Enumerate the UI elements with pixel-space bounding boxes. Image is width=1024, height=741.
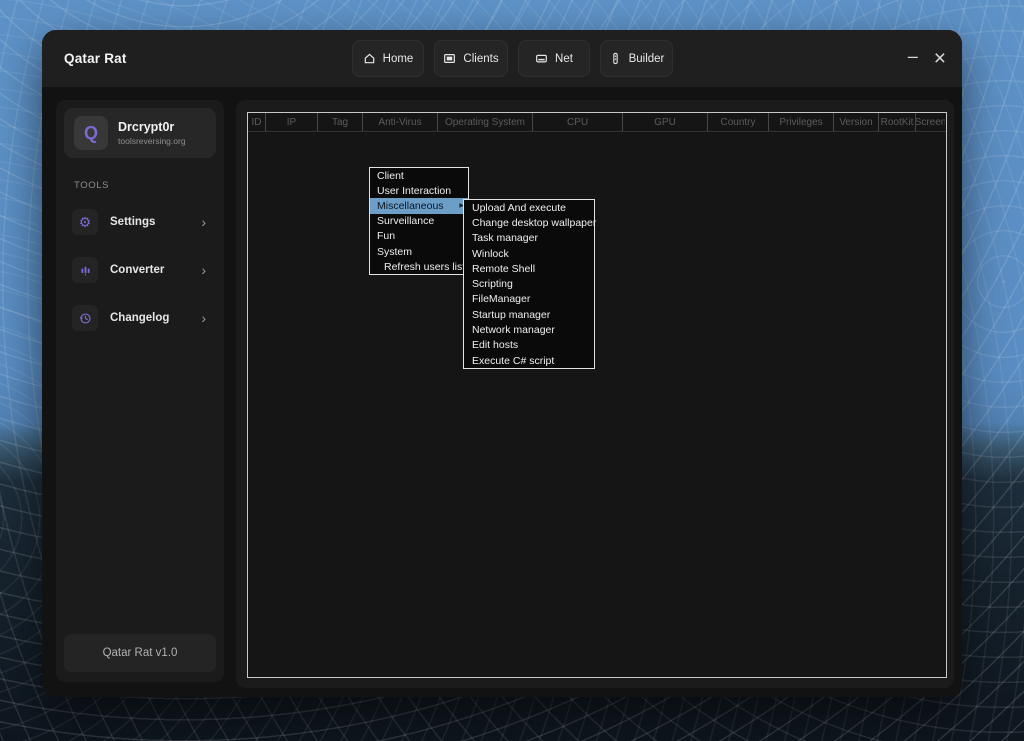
sidebar-item-changelog[interactable]: Changelog › (64, 301, 216, 335)
sidebar-item-converter[interactable]: Converter › (64, 253, 216, 287)
menu-item-user-interaction[interactable]: User Interaction (370, 183, 468, 198)
minimize-button[interactable]: – (908, 47, 918, 71)
nav-builder-button[interactable]: Builder (600, 40, 673, 77)
desktop-wallpaper: Qatar Rat Home Clients (0, 0, 1024, 741)
version-badge: Qatar Rat v1.0 (64, 634, 216, 672)
profile-name: Drcrypt0r (118, 120, 186, 134)
clients-table-header: ID IP Tag Anti-Virus Operating System CP… (248, 113, 946, 132)
nav-builder-label: Builder (629, 53, 665, 65)
profile-info: Drcrypt0r toolsreversing.org (118, 120, 186, 146)
chevron-right-icon: › (201, 262, 206, 278)
submenu-item-edit-hosts[interactable]: Edit hosts (464, 338, 594, 353)
close-button[interactable]: × (934, 48, 946, 69)
sidebar-item-settings[interactable]: ⚙ Settings › (64, 205, 216, 239)
nav-net-label: Net (555, 53, 573, 65)
column-header-rootkit[interactable]: RootKit (879, 113, 916, 131)
column-header-gpu[interactable]: GPU (623, 113, 708, 131)
miscellaneous-submenu: Upload And execute Change desktop wallpa… (463, 199, 595, 369)
profile-org: toolsreversing.org (118, 136, 186, 146)
window-controls: – × (908, 30, 946, 87)
builder-icon (609, 52, 622, 65)
menu-item-system[interactable]: System (370, 244, 468, 259)
tools-section-label: TOOLS (74, 180, 224, 191)
column-header-version[interactable]: Version (834, 113, 879, 131)
profile-card: Q Drcrypt0r toolsreversing.org (64, 108, 216, 158)
submenu-item-task-manager[interactable]: Task manager (464, 231, 594, 246)
submenu-item-startup-manager[interactable]: Startup manager (464, 307, 594, 322)
column-header-ip[interactable]: IP (266, 113, 318, 131)
submenu-item-execute-csharp-script[interactable]: Execute C# script (464, 353, 594, 368)
menu-item-fun[interactable]: Fun (370, 229, 468, 244)
submenu-item-network-manager[interactable]: Network manager (464, 322, 594, 337)
submenu-item-upload-and-execute[interactable]: Upload And execute (464, 200, 594, 215)
menu-item-miscellaneous[interactable]: Miscellaneous ▶ (370, 198, 468, 213)
column-header-id[interactable]: ID (248, 113, 266, 131)
context-menu: Client User Interaction Miscellaneous ▶ … (369, 167, 469, 275)
nav-net-button[interactable]: Net (518, 40, 590, 77)
clients-table: ID IP Tag Anti-Virus Operating System CP… (247, 112, 947, 678)
main-nav: Home Clients Net (352, 40, 673, 77)
submenu-item-scripting[interactable]: Scripting (464, 276, 594, 291)
menu-item-surveillance[interactable]: Surveillance (370, 214, 468, 229)
sidebar-item-converter-label: Converter (110, 264, 164, 276)
column-header-os[interactable]: Operating System (438, 113, 533, 131)
submenu-item-remote-shell[interactable]: Remote Shell (464, 261, 594, 276)
submenu-item-change-desktop-wallpaper[interactable]: Change desktop wallpaper (464, 215, 594, 230)
network-icon (535, 52, 548, 65)
titlebar: Qatar Rat Home Clients (42, 30, 962, 87)
equalizer-icon (72, 257, 98, 283)
column-header-country[interactable]: Country (708, 113, 769, 131)
chevron-right-icon: › (201, 310, 206, 326)
submenu-item-filemanager[interactable]: FileManager (464, 292, 594, 307)
sidebar-item-changelog-label: Changelog (110, 312, 169, 324)
menu-item-refresh-users-list[interactable]: Refresh users list (370, 259, 468, 274)
chevron-right-icon: › (201, 214, 206, 230)
column-header-cpu[interactable]: CPU (533, 113, 623, 131)
avatar: Q (74, 116, 108, 150)
submenu-item-winlock[interactable]: Winlock (464, 246, 594, 261)
menu-item-miscellaneous-label: Miscellaneous (377, 200, 444, 212)
app-title: Qatar Rat (64, 30, 127, 87)
nav-home-button[interactable]: Home (352, 40, 424, 77)
monitor-icon (443, 52, 456, 65)
column-header-tag[interactable]: Tag (318, 113, 363, 131)
column-header-antivirus[interactable]: Anti-Virus (363, 113, 438, 131)
column-header-privileges[interactable]: Privileges (769, 113, 834, 131)
clients-panel: ID IP Tag Anti-Virus Operating System CP… (236, 100, 954, 688)
nav-clients-button[interactable]: Clients (434, 40, 508, 77)
nav-clients-label: Clients (463, 53, 498, 65)
menu-item-client[interactable]: Client (370, 168, 468, 183)
column-header-screen[interactable]: Screen (916, 113, 945, 131)
history-clock-icon (72, 305, 98, 331)
sidebar-item-settings-label: Settings (110, 216, 155, 228)
home-icon (363, 52, 376, 65)
gear-icon: ⚙ (72, 209, 98, 235)
nav-home-label: Home (383, 53, 414, 65)
sidebar: Q Drcrypt0r toolsreversing.org TOOLS ⚙ S… (56, 100, 224, 682)
